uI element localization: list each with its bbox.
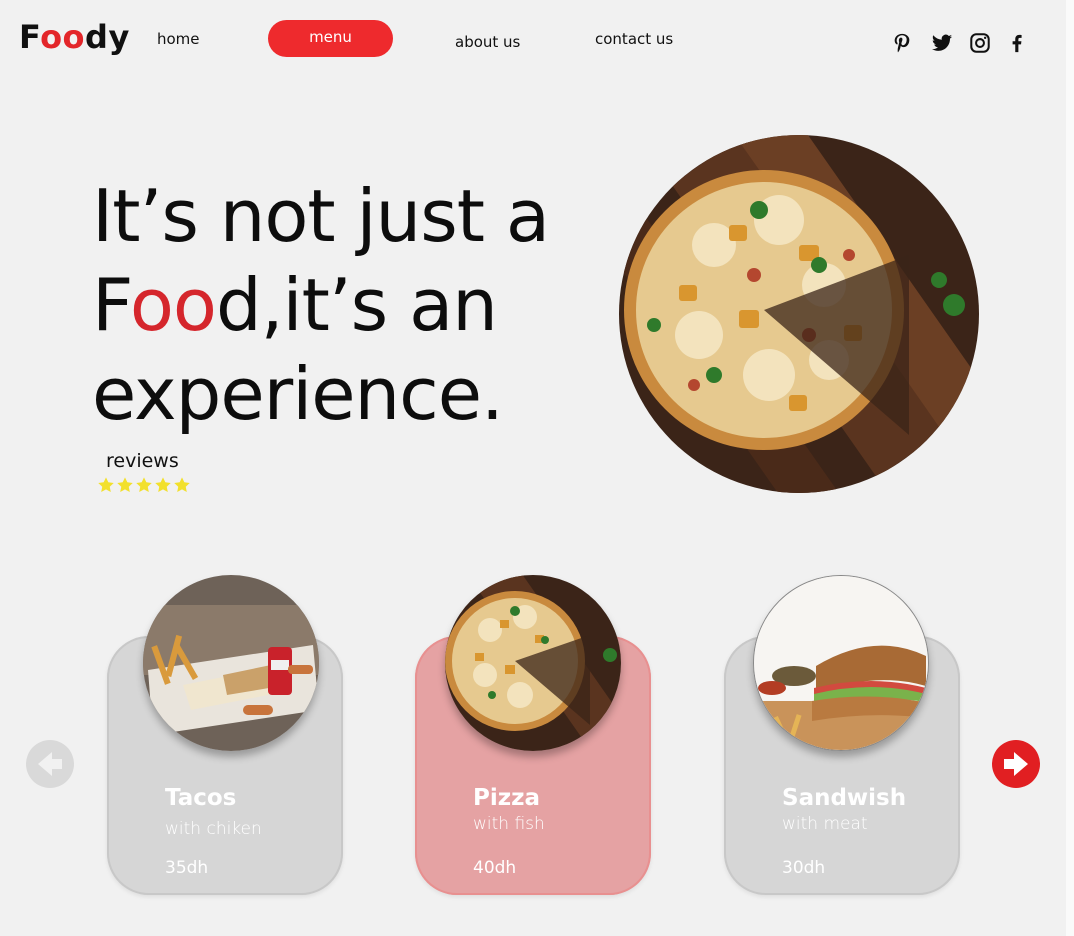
star-icon — [155, 477, 171, 493]
reviews-label: reviews — [106, 450, 179, 472]
hero-line-2-prefix: F — [92, 263, 131, 347]
hero-line-2-accent: oo — [129, 263, 217, 347]
nav-contact-link[interactable]: contact us — [595, 30, 673, 48]
card-subtitle: with fish — [473, 814, 545, 834]
nav-home-link[interactable]: home — [157, 30, 200, 48]
card-price: 30dh — [782, 858, 826, 878]
card-subtitle: with chiken — [165, 819, 262, 839]
rating-stars — [97, 476, 191, 494]
hero-line-1: It’s not just a — [92, 174, 550, 258]
tacos-image — [143, 575, 319, 751]
hero-pizza-image — [619, 135, 979, 493]
nav-about-link[interactable]: about us — [455, 33, 520, 51]
hero-line-2: Food,it’s an — [92, 261, 549, 350]
carousel-next-button[interactable] — [992, 740, 1040, 788]
hero-line-3: experience. — [92, 352, 504, 436]
star-icon — [98, 477, 114, 493]
card-title: Sandwish — [782, 785, 907, 811]
brand-logo[interactable]: Foody — [19, 18, 130, 56]
logo-suffix: dy — [85, 18, 130, 56]
pinterest-icon[interactable] — [891, 32, 913, 54]
card-price: 40dh — [473, 858, 517, 878]
facebook-icon[interactable] — [1006, 32, 1028, 54]
sandwich-image — [753, 575, 929, 751]
carousel-prev-button[interactable] — [26, 740, 74, 788]
instagram-icon[interactable] — [969, 32, 991, 54]
hero-heading: It’s not just a Food,it’s an experience. — [92, 172, 550, 439]
star-icon — [174, 477, 190, 493]
star-icon — [117, 477, 133, 493]
nav-menu-link[interactable]: menu — [268, 20, 393, 57]
logo-prefix: F — [19, 18, 41, 56]
hero-line-2-suffix: d,it’s an — [215, 263, 498, 347]
card-subtitle: with meat — [782, 814, 868, 834]
page-edge — [1066, 0, 1074, 936]
pizza-image — [445, 575, 621, 751]
arrow-left-icon — [26, 740, 74, 788]
card-title: Tacos — [165, 785, 237, 811]
logo-accent: oo — [40, 18, 86, 56]
star-icon — [136, 477, 152, 493]
card-title: Pizza — [473, 785, 541, 811]
card-price: 35dh — [165, 858, 209, 878]
arrow-right-icon — [992, 740, 1040, 788]
twitter-icon[interactable] — [931, 32, 953, 54]
